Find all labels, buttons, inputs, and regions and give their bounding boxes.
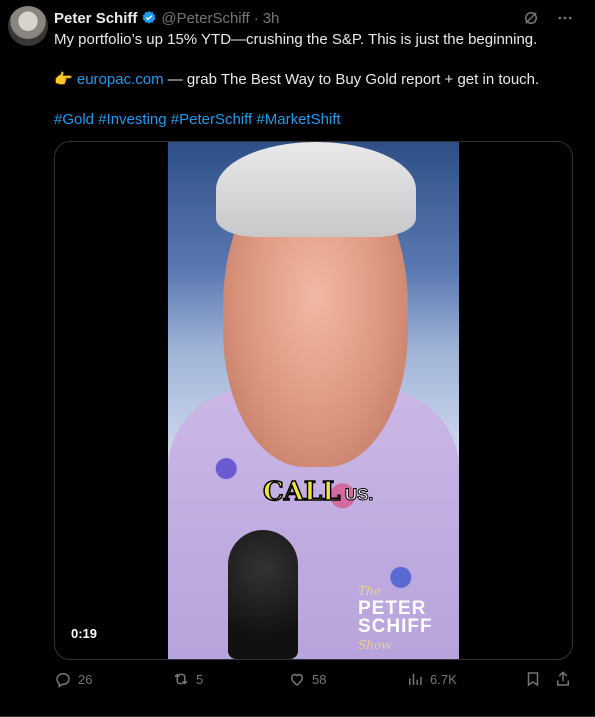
tweet-hashtags: #Gold #Investing #PeterSchiff #MarketShi…: [54, 110, 574, 130]
reply-button[interactable]: 26: [54, 670, 92, 688]
hashtag-gold[interactable]: #Gold: [54, 111, 94, 128]
like-count: 58: [312, 671, 327, 687]
caption-small: US.: [344, 485, 374, 505]
video-caption: CALL US.: [262, 476, 374, 508]
author-name[interactable]: Peter Schiff: [54, 10, 137, 27]
video-microphone: [228, 530, 298, 659]
show-logo-line4: Show: [358, 638, 392, 652]
views-icon: [409, 673, 422, 685]
repost-button[interactable]: 5: [172, 670, 203, 688]
video-duration: 0:19: [63, 624, 106, 643]
like-button[interactable]: 58: [288, 670, 326, 688]
hashtag-marketshift[interactable]: #MarketShift: [256, 111, 340, 128]
hashtag-investing[interactable]: #Investing: [98, 111, 166, 128]
repost-icon: [174, 673, 188, 685]
time-separator: ·: [253, 9, 259, 27]
share-button[interactable]: [554, 670, 572, 688]
tweet[interactable]: Peter Schiff @PeterSchiff · 3h My portfo…: [0, 0, 595, 717]
video-hair: [216, 142, 416, 237]
share-icon: [557, 671, 569, 686]
show-logo-line3: SCHIFF: [358, 616, 433, 637]
grok-icon[interactable]: [521, 8, 541, 28]
views-count: 6.7K: [430, 671, 457, 687]
tweet-text-line1: My portfolio’s up 15% YTD—crushing the S…: [54, 31, 538, 48]
caption-big: CALL: [262, 476, 341, 508]
tweet-header: Peter Schiff @PeterSchiff · 3h: [54, 8, 279, 28]
tweet-top-actions: [521, 8, 575, 28]
like-icon: [290, 673, 304, 686]
tweet-text-line2: 👉 europac.com — grab The Best Way to Buy…: [54, 70, 574, 90]
video-player[interactable]: CALL US. The PETER SCHIFF Show 0:19: [54, 141, 573, 660]
bookmark-icon: [527, 672, 539, 687]
pointing-hand-emoji: 👉: [54, 71, 73, 88]
avatar[interactable]: [8, 6, 48, 46]
reply-icon: [56, 673, 70, 688]
tweet-actions: 26 5 58 6.7K: [54, 670, 574, 692]
video-frame[interactable]: CALL US. The PETER SCHIFF Show: [168, 142, 459, 659]
bookmark-button[interactable]: [524, 670, 542, 688]
more-icon[interactable]: [555, 8, 575, 28]
show-logo: The PETER SCHIFF Show: [358, 582, 433, 654]
verified-badge-icon: [141, 10, 157, 26]
repost-count: 5: [196, 671, 204, 687]
europac-link[interactable]: europac.com: [77, 71, 164, 88]
author-handle[interactable]: @PeterSchiff: [161, 10, 249, 27]
reply-count: 26: [78, 671, 93, 687]
hashtag-peterschiff[interactable]: #PeterSchiff: [171, 111, 252, 128]
tweet-time[interactable]: 3h: [263, 10, 280, 27]
tweet-text-line2-rest: — grab The Best Way to Buy Gold report +…: [163, 71, 540, 88]
views-button[interactable]: 6.7K: [406, 670, 457, 688]
